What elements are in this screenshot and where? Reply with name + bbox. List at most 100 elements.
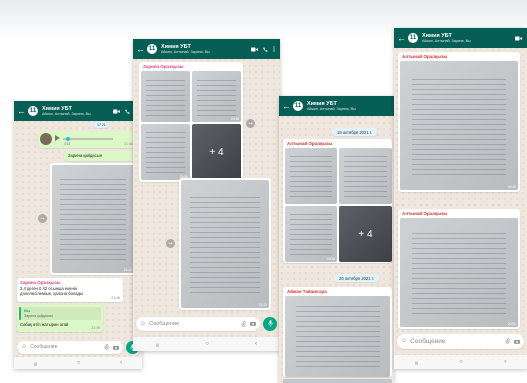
message-time: 21:48 [111, 296, 120, 300]
attach-icon[interactable] [505, 338, 510, 344]
attach-icon[interactable] [241, 320, 246, 327]
unread-count-avatar[interactable]: 11 [147, 44, 157, 54]
album-more-photos[interactable]: + 4 [192, 124, 241, 180]
voice-record-button[interactable] [263, 316, 277, 331]
message-sender[interactable]: Айжан Тайшигара [287, 289, 327, 294]
camera-icon[interactable] [250, 321, 256, 326]
back-arrow-icon[interactable]: ← [282, 101, 291, 111]
recent-apps-button[interactable]: ||| [156, 342, 159, 347]
screenshot-canvas: ← 11 Химия УБТ Айжан, Алтынай, Зарина, В… [0, 0, 527, 383]
date-chip: 17 21 [94, 122, 109, 128]
photo-album-bubble[interactable]: Зарина Оразқызы 09:38 09:38 + 4 [139, 62, 243, 182]
video-call-icon[interactable] [515, 36, 522, 41]
back-arrow-icon[interactable]: ← [17, 106, 26, 116]
chat-titles[interactable]: Химия УБТ Айжан, Алтынай, Зарина, Вы [307, 101, 394, 111]
photo-time: 20:52 [507, 322, 516, 326]
message-sender[interactable]: Алтынай Оралқызы [287, 141, 332, 146]
sender-avatar [40, 133, 52, 145]
album-photo-3[interactable]: 09:38 [141, 124, 190, 180]
chat-titles[interactable]: Химия УБТ Айжан, Алтынай, Зарина, Вы [42, 106, 113, 116]
chat-subtitle: Айжан, Алтынай, Зарина, Вы [161, 50, 210, 54]
album-photo-3[interactable]: 09:38 [285, 206, 337, 262]
attach-icon[interactable] [104, 344, 109, 350]
phone-1: ← 11 Химия УБТ Айжан, Алтынай, Зарина, В… [14, 101, 142, 369]
photo-thumbnail[interactable]: 21:42 [52, 165, 134, 273]
message-placeholder: Сообщение [149, 320, 180, 327]
album-photo-2[interactable] [339, 148, 392, 204]
home-button[interactable]: ○ [459, 359, 463, 365]
home-button[interactable]: ○ [77, 360, 81, 366]
recent-apps-button[interactable]: ||| [415, 360, 418, 365]
photo-album-bubble[interactable]: Алтынай Оралқызы 09:38 + 4 [283, 139, 392, 263]
message-time: 21:49 [91, 326, 100, 330]
phone-2: ← 11 Химия УБТ Айжан, Алтынай, Зарина, В… [133, 39, 280, 351]
album-photo-1[interactable] [285, 148, 337, 204]
video-call-icon[interactable] [113, 109, 120, 114]
forward-button[interactable]: ↪ [246, 119, 255, 128]
back-arrow-icon[interactable]: ← [136, 44, 145, 54]
more-photos-count: + 4 [358, 228, 373, 240]
photo-thumbnail[interactable] [285, 296, 390, 377]
voice-call-icon[interactable] [263, 46, 268, 52]
photo-thumbnail[interactable]: 21:23 [181, 180, 269, 308]
back-arrow-icon[interactable]: ← [397, 33, 406, 43]
camera-icon[interactable] [113, 345, 119, 350]
chat-header: ← 11 Химия УБТ Айжан, Алтынай, Зарина, В… [394, 28, 527, 48]
android-nav-bar: ||| ○ ‹ [133, 337, 280, 351]
video-call-icon[interactable] [251, 47, 258, 52]
photo-time: 21:42 [123, 268, 132, 272]
recent-apps-button[interactable]: ||| [34, 361, 37, 366]
photo-thumbnail[interactable]: 20:52 [400, 218, 518, 327]
emoji-icon[interactable]: ☺ [401, 338, 407, 344]
text-message-bubble[interactable]: Зарина Оразқызы 3.4 деген 0.42 осынша ек… [17, 278, 123, 302]
forward-button[interactable]: ↪ [166, 239, 175, 248]
voice-message-bubble[interactable]: 0:15 21:40 [38, 131, 136, 148]
album-photo-1[interactable] [141, 71, 190, 122]
quoted-sender: Вы [24, 308, 31, 313]
nav-back-button[interactable]: ‹ [120, 360, 122, 366]
unread-count-avatar[interactable]: 11 [293, 101, 303, 111]
photo-thumbnail[interactable]: 20:48 [400, 61, 518, 190]
message-input[interactable]: ☺ Сообщение [397, 333, 524, 349]
photo-message-bubble[interactable]: Алтынай Оралқызы 20:52 [398, 209, 520, 329]
album-more-photos[interactable]: + 4 [339, 206, 392, 262]
emoji-icon[interactable]: ☺ [140, 321, 146, 327]
message-sender[interactable]: Зарина Оразқызы [143, 64, 184, 69]
more-options-icon[interactable] [273, 46, 275, 52]
more-photos-count: + 4 [209, 146, 224, 158]
phone-4: ← 11 Химия УБТ Айжан, Алтынай, Зарина, В… [394, 28, 527, 369]
photo-message-bubble[interactable]: Айжан Тайшигара [283, 287, 392, 377]
photo-message-bubble[interactable]: Алтынай Оралқызы 20:48 [398, 52, 520, 192]
audio-scrubber[interactable] [66, 136, 70, 141]
quoted-reply[interactable]: Вы Зарина қайдасын [19, 307, 101, 320]
emoji-icon[interactable]: ☺ [21, 344, 27, 350]
message-input[interactable]: ☺ Сообщение [136, 316, 260, 331]
message-sender[interactable]: Зарина Оразқызы [20, 280, 61, 285]
message-input[interactable]: ☺ Сообщение [17, 340, 123, 354]
message-sender[interactable]: Алтынай Оралқызы [402, 54, 447, 59]
voice-call-icon[interactable] [125, 108, 130, 114]
chat-header: ← 11 Химия УБТ Айжан, Алтынай, Зарина, В… [14, 101, 142, 121]
chat-titles[interactable]: Химия УБТ Айжан, Алтынай, Зарина, Вы [161, 44, 251, 54]
date-chip: 20 октября 2021 г. [334, 274, 379, 282]
play-icon[interactable] [55, 135, 60, 141]
caption-message-bubble[interactable]: Зарина қайдасын [64, 151, 136, 161]
unread-count-avatar[interactable]: 11 [28, 106, 38, 116]
reply-message-bubble[interactable]: Вы Зарина қайдасын Сабақ өтіп жатыран ағ… [17, 305, 103, 332]
nav-back-button[interactable]: ‹ [504, 359, 506, 365]
date-chip: 18 октября 2021 г. [332, 128, 377, 136]
audio-waveform[interactable] [63, 138, 113, 140]
photo-message-bubble[interactable]: 21:42 [50, 163, 136, 275]
photo-message-bubble[interactable]: 21:23 [179, 178, 271, 310]
message-sender[interactable]: Алтынай Оралқызы [402, 211, 447, 216]
forward-button[interactable]: ↪ [38, 214, 47, 223]
home-button[interactable]: ○ [205, 341, 209, 347]
photo-time: 20:48 [507, 185, 516, 189]
nav-back-button[interactable]: ‹ [255, 341, 257, 347]
album-photo-2[interactable]: 09:38 [192, 71, 241, 122]
unread-count-avatar[interactable]: 11 [408, 33, 418, 43]
camera-icon[interactable] [514, 339, 520, 344]
chat-subtitle: Айжан, Алтынай, Зарина, Вы [42, 112, 91, 116]
photo-time: 09:38 [326, 257, 335, 261]
chat-titles[interactable]: Химия УБТ Айжан, Алтынай, Зарина, Вы [422, 33, 515, 43]
